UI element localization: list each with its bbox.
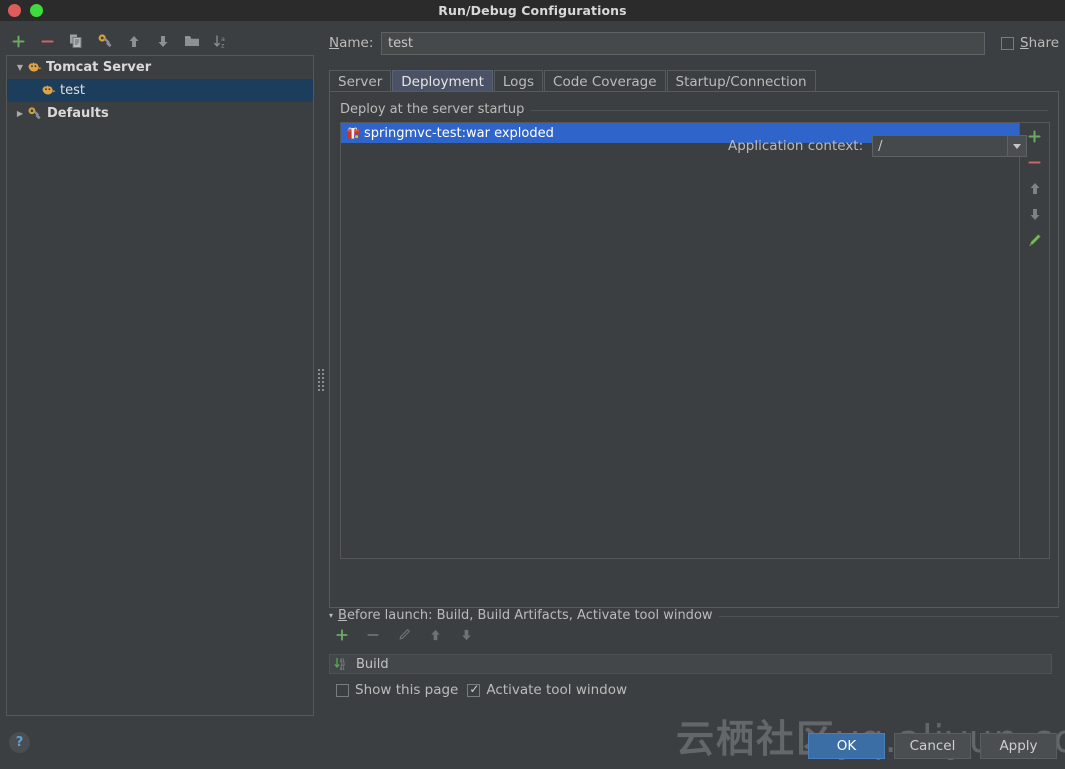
tab-code-coverage[interactable]: Code Coverage (544, 70, 666, 92)
show-this-page-checkbox-box[interactable] (336, 683, 349, 697)
tree-item-test[interactable]: test (7, 79, 313, 102)
tab-logs[interactable]: Logs (493, 70, 544, 92)
before-launch-toolbar (332, 625, 476, 645)
application-context-combobox[interactable]: / (872, 135, 1028, 157)
tomcat-icon (27, 61, 42, 74)
artifact-icon (346, 127, 360, 140)
tree-item-defaults[interactable]: ▶ Defaults (7, 102, 313, 125)
edit-artifact-pencil-icon[interactable] (1024, 230, 1046, 250)
dialog-buttons: OK Cancel Apply (808, 733, 1057, 759)
wrench-icon (27, 106, 43, 121)
configurations-tree[interactable]: ▼ Tomcat Server test ▶ Defaults (6, 55, 314, 716)
before-launch-task-label: Build (356, 656, 389, 672)
add-before-launch-task-button[interactable] (332, 625, 352, 645)
close-window-button[interactable] (8, 4, 21, 17)
editor-tabs: Server Deployment Logs Code Coverage Sta… (329, 69, 1059, 92)
activate-tool-window-checkbox[interactable]: Activate tool window (467, 682, 627, 698)
build-icon: 01 10 01 (334, 657, 348, 671)
tomcat-icon (41, 84, 56, 97)
before-launch-task-row[interactable]: 01 10 01 Build (329, 654, 1052, 674)
copy-configuration-button[interactable] (66, 31, 86, 51)
deployment-artifacts-list[interactable]: springmvc-test:war exploded (341, 123, 1019, 558)
edit-templates-wrench-icon[interactable] (95, 31, 115, 51)
move-task-up-button[interactable] (425, 625, 445, 645)
share-checkbox[interactable]: Share (1001, 35, 1059, 51)
move-artifact-down-button[interactable] (1024, 204, 1046, 224)
before-launch-title-text: Before launch: Build, Build Artifacts, A… (338, 608, 713, 623)
name-input[interactable] (381, 31, 986, 55)
application-context-row: Application context: / (728, 135, 1028, 157)
application-context-value: / (878, 138, 883, 154)
tab-startup-connection[interactable]: Startup/Connection (666, 70, 816, 92)
svg-text:01: 01 (340, 666, 345, 671)
maximize-window-button[interactable] (30, 4, 43, 17)
apply-button[interactable]: Apply (980, 733, 1057, 759)
ok-button[interactable]: OK (808, 733, 885, 759)
move-artifact-up-button[interactable] (1024, 178, 1046, 198)
name-label: Name: (329, 35, 374, 51)
tree-item-label: test (60, 83, 85, 98)
share-label: Share (1020, 35, 1059, 51)
remove-configuration-button[interactable] (37, 31, 57, 51)
window-titlebar: Run/Debug Configurations (0, 0, 1065, 21)
sidebar-toolbar: a z (0, 28, 318, 54)
deployment-artifacts-box: springmvc-test:war exploded (340, 122, 1050, 559)
show-this-page-label: Show this page (355, 682, 459, 698)
tab-deployment[interactable]: Deployment (392, 70, 493, 92)
tree-item-label: Defaults (47, 106, 109, 121)
expand-arrow-icon[interactable]: ▼ (13, 63, 27, 72)
sort-az-icon[interactable]: a z (211, 31, 231, 51)
window-title: Run/Debug Configurations (438, 3, 627, 18)
tree-item-label: Tomcat Server (46, 60, 152, 75)
folder-icon[interactable] (182, 31, 202, 51)
cancel-button[interactable]: Cancel (894, 733, 971, 759)
activate-tool-window-checkbox-box[interactable] (467, 682, 481, 697)
configuration-editor-pane: Name: Share Server Deployment Logs Code … (322, 21, 1065, 769)
before-launch-title[interactable]: ▾ Before launch: Build, Build Artifacts,… (329, 608, 719, 623)
edit-before-launch-task-button[interactable] (394, 625, 414, 645)
tree-item-tomcat-server[interactable]: ▼ Tomcat Server (7, 56, 313, 79)
deployment-tab-panel: Deploy at the server startup springmvc-t… (329, 91, 1059, 608)
share-checkbox-box[interactable] (1001, 36, 1015, 50)
remove-before-launch-task-button[interactable] (363, 625, 383, 645)
add-configuration-button[interactable] (8, 31, 28, 51)
tab-server[interactable]: Server (329, 70, 392, 92)
before-launch-checkboxes: Show this page Activate tool window (336, 682, 627, 698)
window-controls (8, 4, 43, 17)
deployment-side-toolbar (1019, 123, 1049, 558)
chevron-down-icon[interactable] (1007, 136, 1027, 156)
artifact-label: springmvc-test:war exploded (364, 125, 554, 141)
before-launch-collapse-icon[interactable]: ▾ (329, 611, 333, 620)
move-task-down-button[interactable] (456, 625, 476, 645)
show-this-page-checkbox[interactable]: Show this page (336, 682, 458, 698)
deploy-group-title: Deploy at the server startup (340, 102, 531, 117)
help-button[interactable]: ? (9, 732, 30, 753)
move-up-button[interactable] (124, 31, 144, 51)
run-debug-configurations-dialog: Run/Debug Configurations a z ▼ Tomcat Se… (0, 0, 1065, 769)
activate-tool-window-label: Activate tool window (486, 682, 628, 698)
name-row: Name: Share (329, 31, 1059, 55)
application-context-label: Application context: (728, 138, 864, 154)
collapse-arrow-icon[interactable]: ▶ (13, 109, 27, 118)
move-down-button[interactable] (153, 31, 173, 51)
configurations-sidebar: a z ▼ Tomcat Server test ▶ Defaults (0, 21, 318, 769)
